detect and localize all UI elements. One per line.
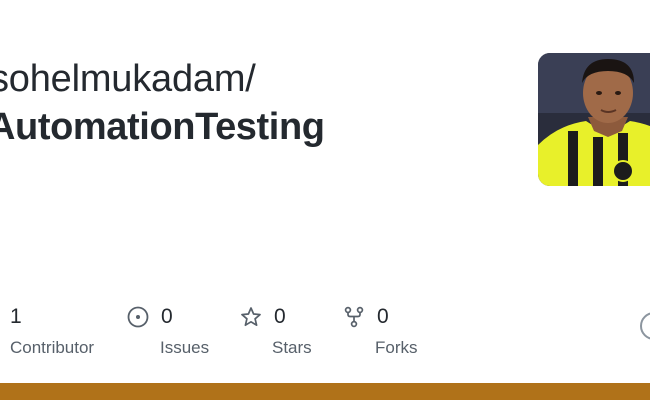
stars-label: Stars [272, 338, 312, 357]
repo-name[interactable]: AutomationTesting [0, 106, 325, 149]
avatar-image [538, 53, 650, 186]
star-icon [240, 306, 262, 328]
contributors-count: 1 [10, 305, 22, 328]
forks-count: 0 [377, 305, 389, 328]
stars-count: 0 [274, 305, 286, 328]
issues-count: 0 [161, 305, 173, 328]
repo-owner[interactable]: sohelmukadam/ [0, 58, 256, 101]
issues-label: Issues [160, 338, 210, 357]
avatar [538, 53, 650, 186]
forks-stat[interactable]: 0 Forks [343, 304, 418, 358]
stars-stat[interactable]: 0 Stars [240, 304, 312, 358]
contributors-label: Contributor [10, 338, 95, 357]
issue-opened-icon [127, 306, 149, 328]
github-mark-icon [640, 312, 650, 340]
issues-stat[interactable]: 0 Issues [127, 304, 209, 358]
language-bar [0, 383, 650, 400]
contributors-stat[interactable]: 1 Contributor [10, 304, 94, 358]
repo-forked-icon [343, 306, 365, 328]
forks-label: Forks [375, 338, 418, 357]
